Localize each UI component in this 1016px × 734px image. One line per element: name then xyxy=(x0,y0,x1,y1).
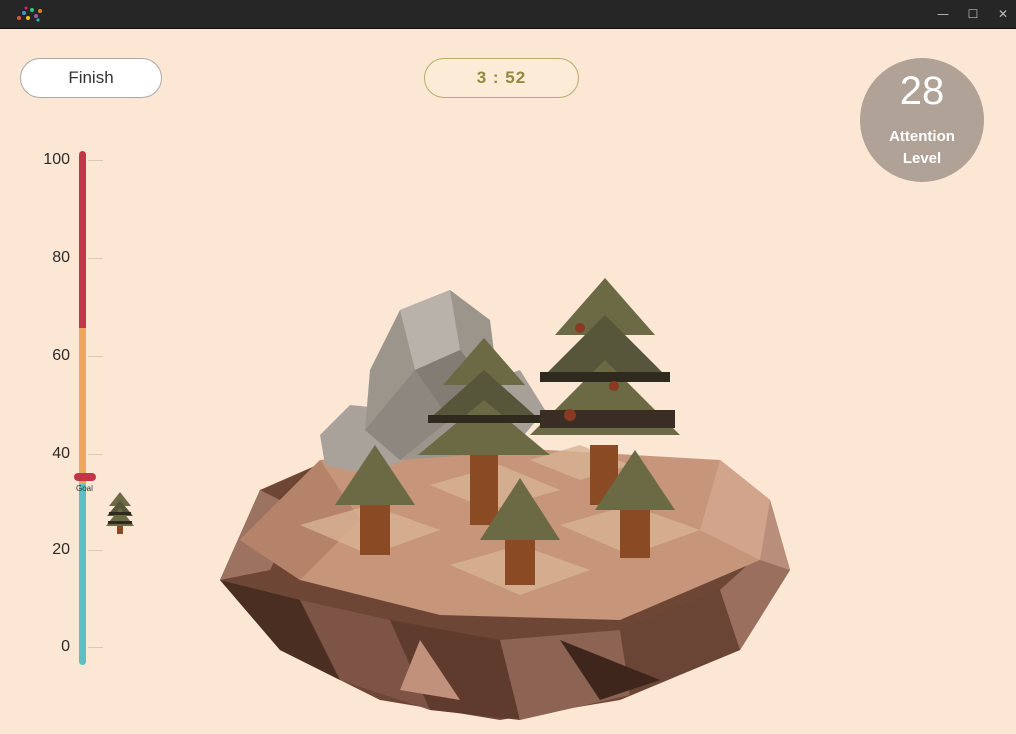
gauge-gridline xyxy=(88,647,103,648)
attention-level-value: 28 xyxy=(899,69,945,113)
attention-gauge: 100 80 60 40 20 0 Goal xyxy=(0,140,160,680)
attention-label-line2: Level xyxy=(902,150,942,167)
gauge-bar-high xyxy=(79,151,86,328)
window-titlebar: — ☐ ✕ xyxy=(0,0,1016,29)
session-timer: 3 : 52 xyxy=(424,58,579,98)
app-logo-icon xyxy=(17,6,42,22)
attention-label-line1: Attention xyxy=(889,128,955,145)
gauge-tick-40: 40 xyxy=(52,445,70,462)
maximize-button[interactable]: ☐ xyxy=(962,4,984,24)
gauge-tick-0: 0 xyxy=(61,638,70,655)
mini-tree-icon xyxy=(106,492,134,534)
gauge-gridline xyxy=(88,550,103,551)
gauge-tick-100: 100 xyxy=(43,151,70,168)
gauge-bar-low xyxy=(79,484,86,665)
goal-marker[interactable] xyxy=(74,473,96,481)
gauge-gridline xyxy=(88,160,103,161)
floating-island-with-trees xyxy=(220,278,790,720)
gauge-tick-60: 60 xyxy=(52,347,70,364)
goal-label: Goal xyxy=(76,484,93,493)
gauge-gridline xyxy=(88,258,103,259)
gauge-tick-80: 80 xyxy=(52,249,70,266)
close-button[interactable]: ✕ xyxy=(992,4,1014,24)
gauge-gridline xyxy=(88,356,103,357)
attention-level-label: Attention Level xyxy=(860,126,984,170)
minimize-button[interactable]: — xyxy=(932,4,954,24)
finish-button[interactable]: Finish xyxy=(20,58,162,98)
gauge-bar-mid xyxy=(79,328,86,484)
gauge-tick-20: 20 xyxy=(52,541,70,558)
attention-level-badge: 28 Attention Level xyxy=(860,58,984,182)
gauge-gridline xyxy=(88,454,103,455)
